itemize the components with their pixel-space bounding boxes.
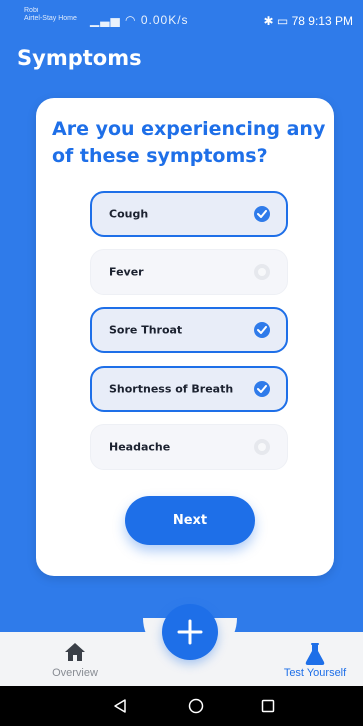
tab-test-yourself[interactable]: Test Yourself bbox=[270, 632, 360, 686]
vibrate-icon: ✱ bbox=[263, 14, 274, 28]
symptom-option-headache[interactable]: Headache bbox=[90, 424, 288, 470]
android-navigation-bar bbox=[0, 686, 363, 726]
home-icon bbox=[65, 643, 85, 661]
recents-square-icon bbox=[261, 699, 275, 713]
next-button[interactable]: Next bbox=[125, 496, 255, 545]
back-triangle-icon bbox=[114, 699, 126, 713]
option-label: Shortness of Breath bbox=[109, 382, 234, 396]
symptoms-card: Are you experiencing any of these sympto… bbox=[36, 98, 334, 576]
recents-button[interactable] bbox=[248, 686, 288, 726]
check-circle-icon bbox=[254, 206, 270, 222]
symptom-option-cough[interactable]: Cough bbox=[90, 191, 288, 237]
network-indicators: ▁▃▅ ◠ 0.00K/s bbox=[90, 13, 189, 27]
check-circle-icon bbox=[254, 322, 270, 338]
symptom-option-sore-throat[interactable]: Sore Throat bbox=[90, 307, 288, 353]
battery-level: 78 bbox=[291, 14, 305, 28]
home-button[interactable] bbox=[176, 686, 216, 726]
tab-label: Overview bbox=[52, 667, 98, 679]
radio-empty-icon bbox=[254, 264, 270, 280]
option-label: Fever bbox=[109, 265, 144, 279]
back-button[interactable] bbox=[100, 686, 140, 726]
option-label: Cough bbox=[109, 207, 149, 221]
carrier-info: Robi Airtel-Stay Home bbox=[24, 7, 77, 23]
check-circle-icon bbox=[254, 381, 270, 397]
carrier-secondary: Airtel-Stay Home bbox=[24, 15, 77, 22]
status-time: 9:13 PM bbox=[308, 14, 353, 28]
network-speed: 0.00K/s bbox=[140, 13, 189, 27]
option-label: Sore Throat bbox=[109, 323, 183, 337]
tab-overview[interactable]: Overview bbox=[30, 632, 120, 686]
option-label: Headache bbox=[109, 440, 171, 454]
carrier-primary: Robi bbox=[24, 7, 39, 14]
home-circle-icon bbox=[188, 698, 204, 714]
page-title: Symptoms bbox=[17, 46, 142, 70]
battery-icon: ▭ bbox=[276, 14, 289, 28]
status-bar: Robi Airtel-Stay Home ▁▃▅ ◠ 0.00K/s ✱ ▭ … bbox=[0, 0, 363, 36]
flask-icon bbox=[305, 643, 325, 665]
wifi-icon: ◠ bbox=[125, 13, 137, 27]
tab-label: Test Yourself bbox=[283, 667, 347, 679]
signal-icon: ▁▃▅ bbox=[90, 13, 121, 27]
symptom-option-fever[interactable]: Fever bbox=[90, 249, 288, 295]
question-heading: Are you experiencing any of these sympto… bbox=[52, 118, 326, 167]
symptom-option-shortness-of-breath[interactable]: Shortness of Breath bbox=[90, 366, 288, 412]
plus-icon bbox=[177, 619, 203, 645]
status-right: ✱ ▭ 78 9:13 PM bbox=[264, 14, 354, 28]
add-button[interactable] bbox=[162, 604, 218, 660]
radio-empty-icon bbox=[254, 439, 270, 455]
